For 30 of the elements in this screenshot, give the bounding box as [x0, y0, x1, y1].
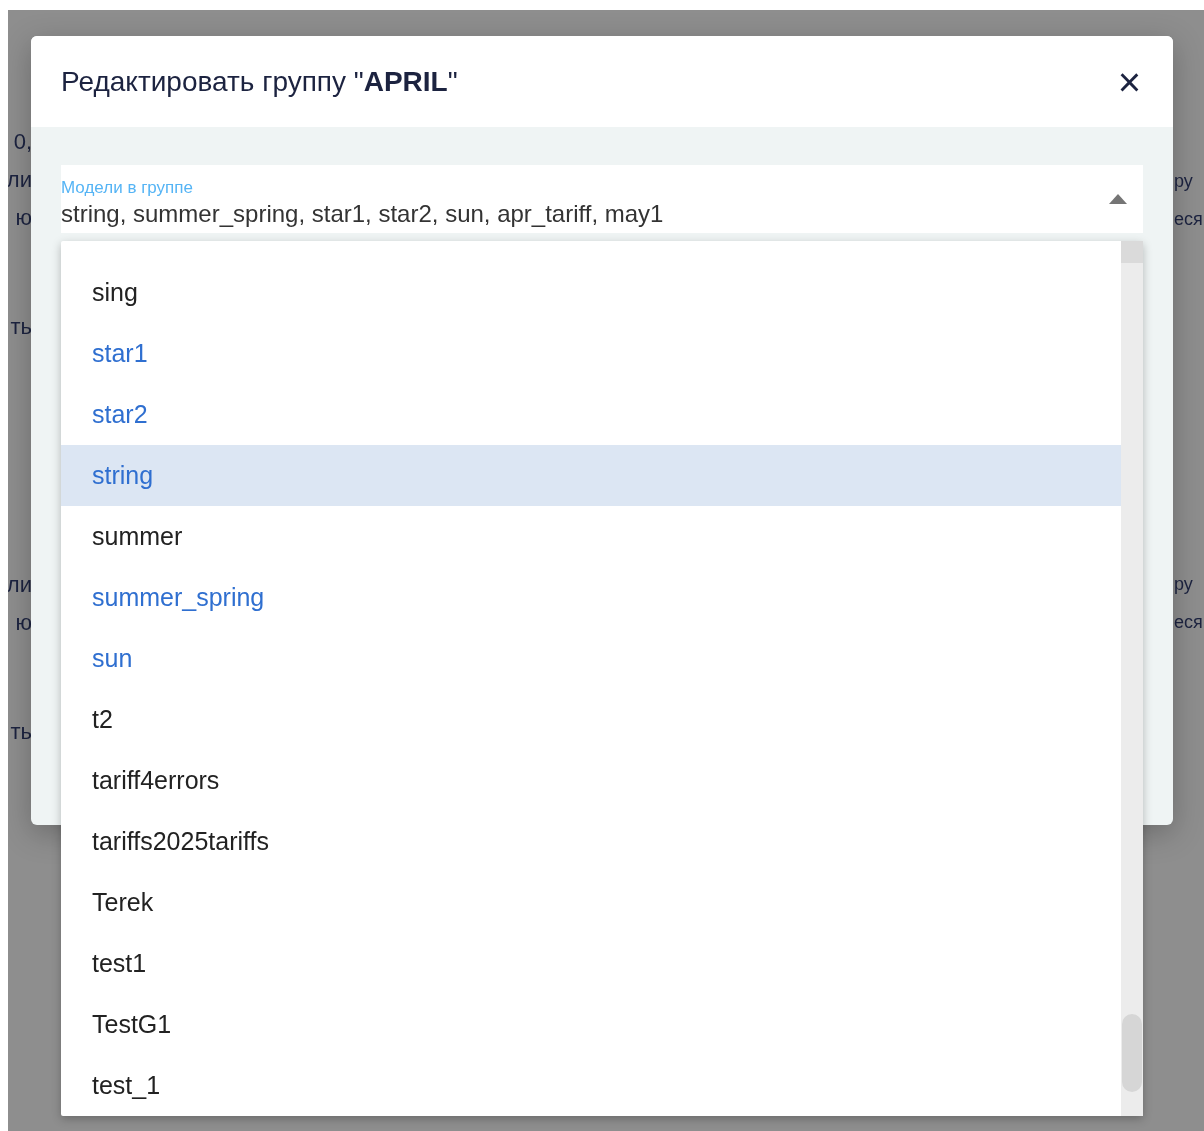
background-text: ть: [10, 718, 32, 746]
option-item[interactable]: t2: [61, 689, 1121, 750]
close-button[interactable]: ×: [1113, 63, 1145, 100]
option-item[interactable]: star2: [61, 384, 1121, 445]
background-text: ру: [1174, 170, 1193, 193]
select-field[interactable]: Модели в группе string, summer_spring, star1, star2, sun, apr_tariff, may1: [61, 165, 1143, 233]
caret-icon[interactable]: [1109, 194, 1127, 204]
option-item[interactable]: sun: [61, 628, 1121, 689]
background-text: ру: [1174, 573, 1193, 596]
dialog-title: Редактировать группу "APRIL": [61, 65, 458, 98]
option-item[interactable]: sing: [61, 262, 1121, 323]
background-text: еся: [1174, 208, 1203, 231]
background-text: ю: [15, 609, 32, 637]
field-value: string, summer_spring, star1, star2, sun, apr_tariff, may1: [61, 200, 665, 228]
option-item[interactable]: star1: [61, 323, 1121, 384]
background-text: ю: [15, 204, 32, 232]
option-item[interactable]: tariffs2025tariffs: [61, 811, 1121, 872]
background-text: 0,: [13, 128, 32, 156]
option-item[interactable]: TestG1: [61, 994, 1121, 1055]
option-item[interactable]: string: [61, 445, 1121, 506]
option-item[interactable]: tariff4errors: [61, 750, 1121, 811]
field-label: Модели в группе: [61, 178, 194, 198]
background-text: еся: [1174, 611, 1203, 634]
scrollbar[interactable]: [1121, 241, 1143, 1116]
option-item[interactable]: Terek: [61, 872, 1121, 933]
option-item[interactable]: test_1: [61, 1055, 1121, 1116]
background-text: ть: [10, 313, 32, 341]
option-item[interactable]: summer: [61, 506, 1121, 567]
option-item[interactable]: summer_spring: [61, 567, 1121, 628]
option-item[interactable]: test1: [61, 933, 1121, 994]
